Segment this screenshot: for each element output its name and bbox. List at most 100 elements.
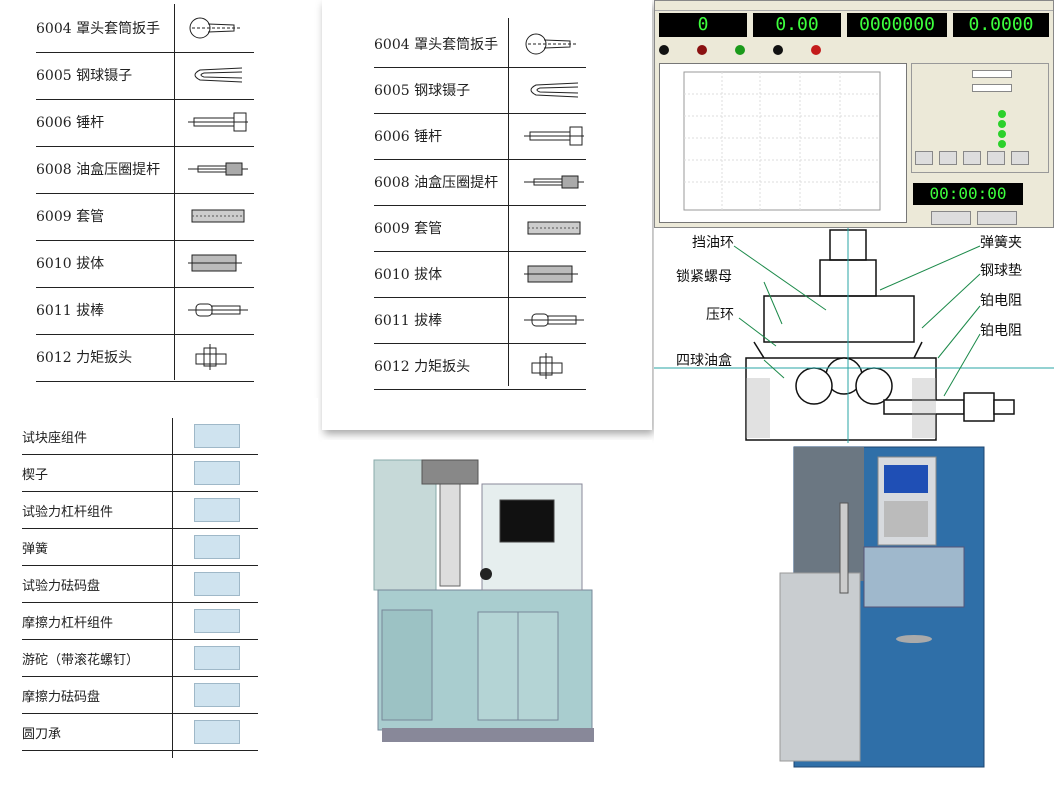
tool-button[interactable] [963, 151, 981, 165]
row-divider [22, 454, 258, 455]
list-item-label: 楔子 [22, 467, 49, 483]
status-dot-icon [735, 45, 745, 55]
row-divider [22, 565, 258, 566]
table-divider [508, 18, 509, 386]
list-item: 弹簧 [22, 533, 48, 561]
list-item-label: 6012 力矩扳头 [374, 359, 471, 375]
start-button[interactable] [931, 211, 971, 225]
readout-display-4: 0.0000 [953, 13, 1049, 37]
list-item: 试验力砝码盘 [22, 570, 100, 598]
row-divider [22, 528, 258, 529]
list-item: 6010 拔体 [374, 251, 442, 297]
component-thumbnail [194, 535, 240, 559]
software-window: 0 0.00 0000000 0.0000 00:00:00 [654, 0, 1054, 228]
row-divider [22, 639, 258, 640]
component-thumbnail [194, 424, 240, 448]
menu-bar[interactable] [655, 1, 1053, 11]
list-item-label: 游砣（带滚花螺钉） [22, 652, 140, 668]
machine-photo-1 [322, 440, 652, 802]
label-lock-nut: 锁紧螺母 [676, 269, 732, 285]
list-item-label: 摩擦力杠杆组件 [22, 615, 114, 631]
row-divider [22, 602, 258, 603]
tool-icon [186, 109, 250, 139]
list-item-label: 6004 罩头套筒扳手 [36, 21, 161, 37]
component-thumbnail [194, 646, 240, 670]
list-item-label: 6009 套管 [374, 221, 443, 237]
list-item: 6006 锤杆 [36, 99, 104, 146]
label-oil-box: 四球油盒 [676, 353, 732, 369]
tool-icon [522, 261, 586, 291]
status-dot-icon [659, 45, 669, 55]
tool-button[interactable] [915, 151, 933, 165]
list-item-label: 6011 拔棒 [374, 313, 443, 329]
list-item: 6005 钢球镊子 [36, 52, 132, 99]
label-pt-resistor-1: 铂电阻 [980, 293, 1022, 309]
list-item-label: 6008 油盒压圈提杆 [36, 162, 161, 178]
tool-button[interactable] [987, 151, 1005, 165]
list-item: 6008 油盒压圈提杆 [36, 146, 160, 193]
list-item-label: 6004 罩头套筒扳手 [374, 37, 499, 53]
readout-display-2: 0.00 [753, 13, 841, 37]
list-item-label: 6005 钢球镊子 [374, 83, 471, 99]
tool-button[interactable] [1011, 151, 1029, 165]
list-item-label: 6010 拔体 [374, 267, 443, 283]
tool-icon [186, 203, 250, 233]
tool-list-panel-a: 6004 罩头套筒扳手 6005 钢球镊子 6006 锤杆 6008 油盒压圈提杆 60… [0, 0, 318, 395]
list-item: 试块座组件 [22, 422, 87, 450]
machine-photo-2 [654, 443, 1054, 802]
component-list-panel: 试块座组件楔子试验力杠杆组件弹簧试验力砝码盘 摩擦力杠杆组件游砣（带滚花螺钉） 摩擦… [0, 398, 318, 802]
list-item: 6010 拔体 [36, 240, 104, 287]
tool-icon [522, 77, 586, 107]
machine-illustration-1 [373, 459, 594, 742]
tool-icon [522, 353, 586, 383]
list-item: 6008 油盒压圈提杆 [374, 159, 498, 205]
setting-input[interactable] [972, 84, 1012, 92]
list-item: 6004 罩头套筒扳手 [374, 21, 498, 67]
list-item-label: 摩擦力砝码盘 [22, 689, 101, 705]
tool-icon [186, 62, 250, 92]
status-dot-icon [811, 45, 821, 55]
table-divider [172, 418, 173, 758]
list-item: 6009 套管 [36, 193, 104, 240]
list-item: 6004 罩头套筒扳手 [36, 5, 160, 52]
list-item: 6012 力矩扳头 [36, 334, 132, 381]
readout-display-3: 0000000 [847, 13, 947, 37]
component-thumbnail [194, 461, 240, 485]
stop-button[interactable] [977, 211, 1017, 225]
readout-display-1: 0 [659, 13, 747, 37]
label-press-ring: 压环 [706, 307, 734, 323]
tool-icon [186, 15, 250, 45]
list-item: 6005 钢球镊子 [374, 67, 470, 113]
tool-icon [186, 250, 250, 280]
list-item-label: 6012 力矩扳头 [36, 350, 133, 366]
list-item: 6009 套管 [374, 205, 442, 251]
tool-icon [522, 169, 586, 199]
row-divider [374, 389, 586, 390]
list-item: 试验力杠杆组件 [22, 496, 113, 524]
list-item: 摩擦力砝码盘 [22, 681, 100, 709]
list-item: 圆刀承 [22, 718, 61, 746]
list-item-label: 6010 拔体 [36, 256, 105, 272]
list-item-label: 6005 钢球镊子 [36, 68, 133, 84]
list-item-label: 弹簧 [22, 541, 49, 557]
list-item-label: 6011 拔棒 [36, 303, 105, 319]
list-item: 6011 拔棒 [36, 287, 104, 334]
component-thumbnail [194, 683, 240, 707]
list-item-label: 试验力砝码盘 [22, 578, 101, 594]
row-divider [22, 713, 258, 714]
list-item: 楔子 [22, 459, 48, 487]
component-thumbnail [194, 720, 240, 744]
list-item: 摩擦力杠杆组件 [22, 607, 113, 635]
setting-input[interactable] [972, 70, 1012, 78]
status-dot-icon [697, 45, 707, 55]
plot-area [659, 63, 907, 223]
tool-icon [186, 156, 250, 186]
tool-button[interactable] [939, 151, 957, 165]
component-thumbnail [194, 609, 240, 633]
label-ball-pad: 钢球垫 [980, 263, 1022, 279]
list-item-label: 6009 套管 [36, 209, 105, 225]
component-thumbnail [194, 498, 240, 522]
row-divider [22, 750, 258, 751]
four-ball-diagram: 挡油环 锁紧螺母 压环 四球油盒 弹簧夹 钢球垫 铂电阻 铂电阻 [654, 228, 1054, 443]
readout-row: 0 0.00 0000000 0.0000 [659, 13, 1051, 39]
